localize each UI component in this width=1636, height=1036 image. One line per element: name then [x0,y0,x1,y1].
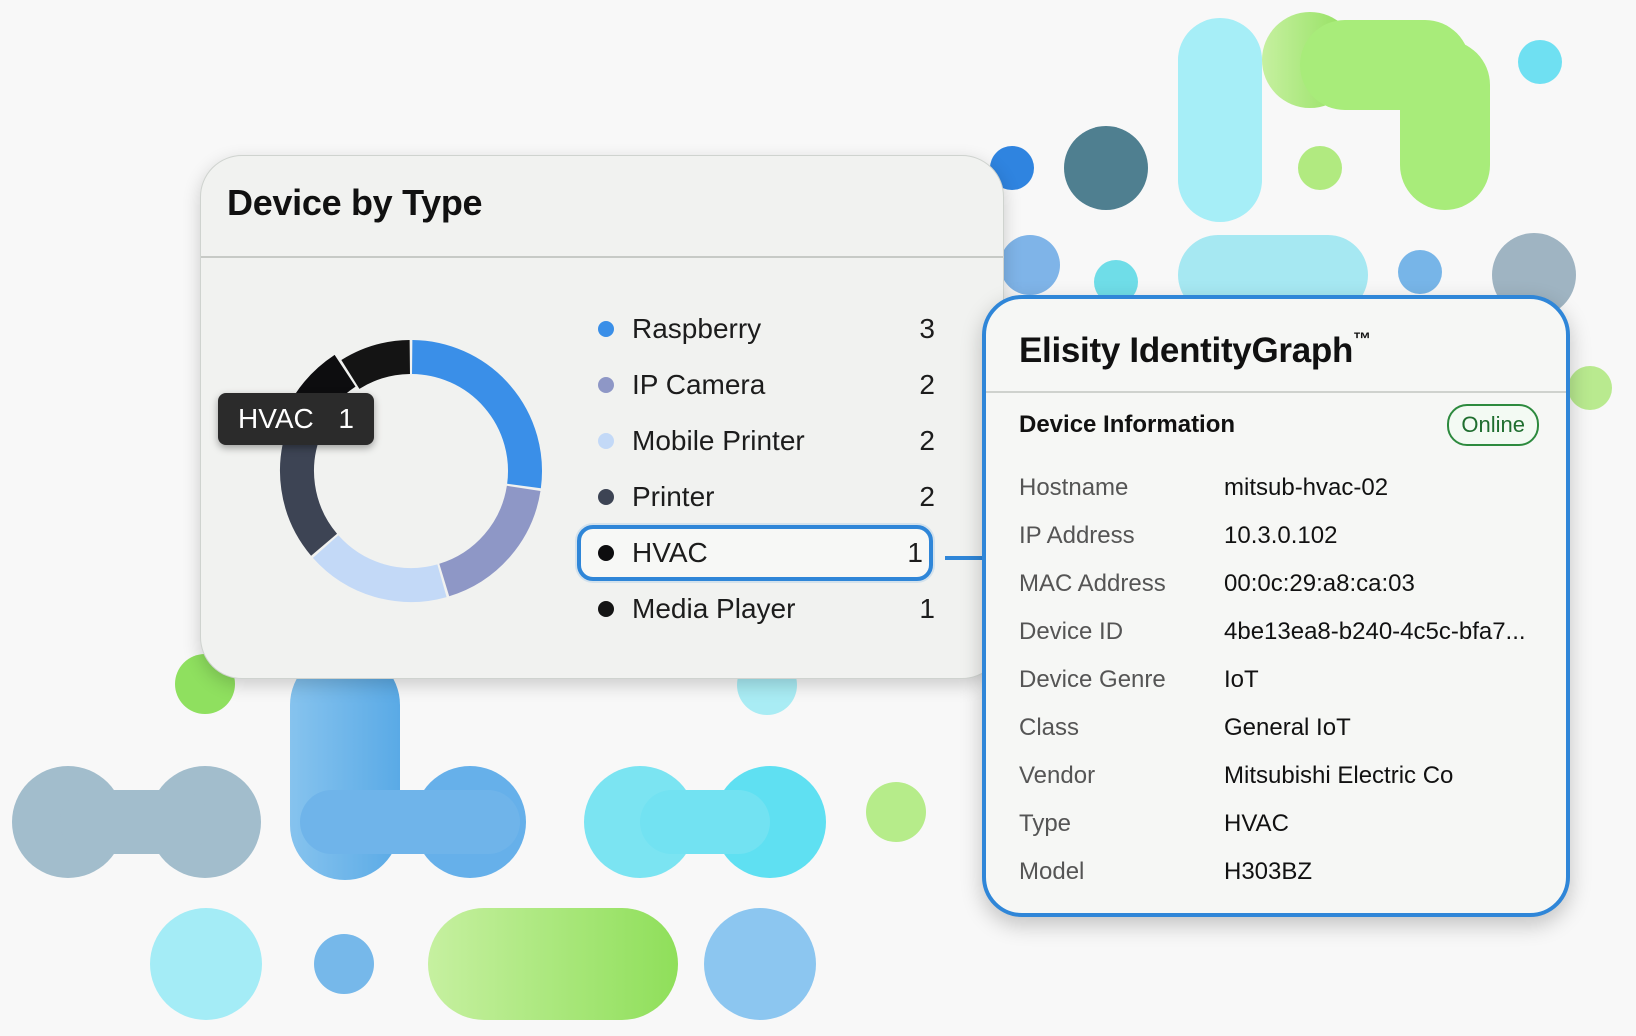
legend-item-printer[interactable]: Printer 2 [581,469,941,525]
legend-item-raspberry[interactable]: Raspberry 3 [581,301,941,357]
tooltip-value: 1 [338,403,354,434]
legend-dot [598,601,614,617]
field-value: 00:0c:29:a8:ca:03 [1224,570,1415,597]
legend-label: IP Camera [632,369,766,400]
field-key: Hostname [1019,474,1129,501]
legend-dot [598,377,614,393]
field-value: 4be13ea8-b240-4c5c-bfa7... [1224,618,1526,645]
field-device-genre: Device Genre IoT [1019,656,1539,704]
identity-graph-card: Elisity IdentityGraph™ Device Informatio… [982,295,1570,917]
card-title: Elisity IdentityGraph™ [1019,329,1371,371]
field-model: Model H303BZ [1019,848,1539,896]
legend-label: Raspberry [632,313,762,344]
donut-segment-mobile-printer[interactable] [312,534,447,602]
field-vendor: Vendor Mitsubishi Electric Co [1019,752,1539,800]
legend-label: Mobile Printer [632,425,805,456]
divider [986,391,1566,393]
legend-dot [598,545,614,561]
legend-count: 1 [919,593,935,624]
field-key: Vendor [1019,762,1096,789]
legend-item-ip-camera[interactable]: IP Camera 2 [581,357,941,413]
field-device-id: Device ID 4be13ea8-b240-4c5c-bfa7... [1019,608,1539,656]
trademark-symbol: ™ [1353,329,1371,349]
device-by-type-card: Device by Type HVAC 1 Raspberry 3 IP Cam… [200,155,1004,679]
card-title-text: Elisity IdentityGraph [1019,331,1354,370]
field-key: MAC Address [1019,570,1166,597]
field-key: Class [1019,714,1080,741]
legend-dot [598,489,614,505]
field-type: Type HVAC [1019,800,1539,848]
donut-segment-raspberry[interactable] [411,340,542,489]
connector-line [945,556,983,560]
field-value: H303BZ [1224,858,1313,885]
legend-count: 2 [919,425,935,456]
legend-label: Printer [632,481,715,512]
field-value: 10.3.0.102 [1224,522,1338,549]
field-value: General IoT [1224,714,1351,741]
field-key: Model [1019,858,1085,885]
section-title: Device Information [1019,411,1236,438]
field-key: Device Genre [1019,666,1166,693]
legend-dot [598,433,614,449]
legend-label: Media Player [632,593,796,624]
field-key: IP Address [1019,522,1135,549]
device-info-list: Hostname mitsub-hvac-02 IP Address 10.3.… [1019,464,1539,896]
donut-segment-media-player[interactable] [341,340,411,390]
legend-count: 3 [919,313,935,344]
chart-tooltip: HVAC 1 [218,393,374,445]
device-type-donut-chart [280,340,542,602]
field-class: Class General IoT [1019,704,1539,752]
card-title: Device by Type [227,182,483,223]
legend-count: 2 [919,369,935,400]
field-key: Type [1019,810,1072,837]
legend-item-hvac[interactable]: HVAC 1 [577,525,933,581]
field-value: Mitsubishi Electric Co [1224,762,1454,789]
donut-segment-ip-camera[interactable] [438,485,541,597]
legend-count: 1 [907,537,923,568]
field-ip-address: IP Address 10.3.0.102 [1019,512,1539,560]
field-value: IoT [1224,666,1259,693]
field-value: mitsub-hvac-02 [1224,474,1389,501]
legend-dot [598,321,614,337]
divider [201,256,1003,258]
field-hostname: Hostname mitsub-hvac-02 [1019,464,1539,512]
tooltip-label: HVAC [238,403,314,434]
status-badge: Online [1447,404,1539,446]
field-key: Device ID [1019,618,1124,645]
field-mac-address: MAC Address 00:0c:29:a8:ca:03 [1019,560,1539,608]
legend-item-mobile-printer[interactable]: Mobile Printer 2 [581,413,941,469]
legend-label: HVAC [632,537,708,568]
legend-count: 2 [919,481,935,512]
field-value: HVAC [1224,810,1289,837]
device-type-legend: Raspberry 3 IP Camera 2 Mobile Printer 2… [577,301,941,637]
legend-item-media-player[interactable]: Media Player 1 [581,581,941,637]
